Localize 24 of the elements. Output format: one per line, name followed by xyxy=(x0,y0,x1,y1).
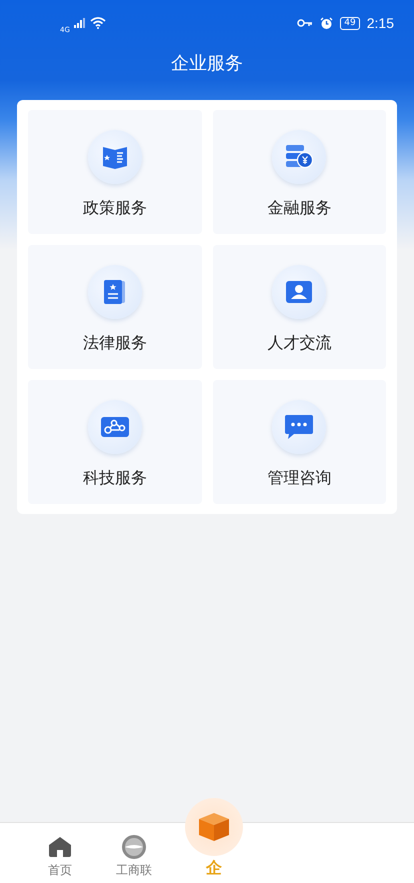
id-card-icon xyxy=(285,280,314,304)
service-tile[interactable]: 金融服务 xyxy=(212,110,386,234)
page-title: 企业服务 xyxy=(170,52,244,76)
home-icon xyxy=(48,836,72,858)
box-icon xyxy=(198,812,230,842)
coins-icon xyxy=(285,144,314,170)
document-icon xyxy=(102,279,127,305)
key-icon xyxy=(297,19,314,27)
emblem-icon xyxy=(121,834,147,860)
clock-time: 2:15 xyxy=(366,15,394,31)
share-icon xyxy=(100,416,130,438)
service-tile[interactable]: 管理咨询 xyxy=(212,380,386,504)
wifi-icon xyxy=(90,17,106,29)
signal-icon xyxy=(74,18,86,28)
chat-icon xyxy=(284,414,314,440)
book-icon xyxy=(102,145,128,169)
service-tile[interactable]: 科技服务 xyxy=(28,380,202,504)
tab-item[interactable]: 首页 xyxy=(37,823,83,883)
tab-item[interactable]: 工商联 xyxy=(111,823,157,883)
service-tile[interactable]: 法律服务 xyxy=(28,245,202,369)
alarm-icon xyxy=(320,16,334,30)
battery-icon: 49 xyxy=(340,16,360,30)
service-tile[interactable]: 人才交流 xyxy=(212,245,386,369)
service-tile[interactable]: 政策服务 xyxy=(28,110,202,234)
